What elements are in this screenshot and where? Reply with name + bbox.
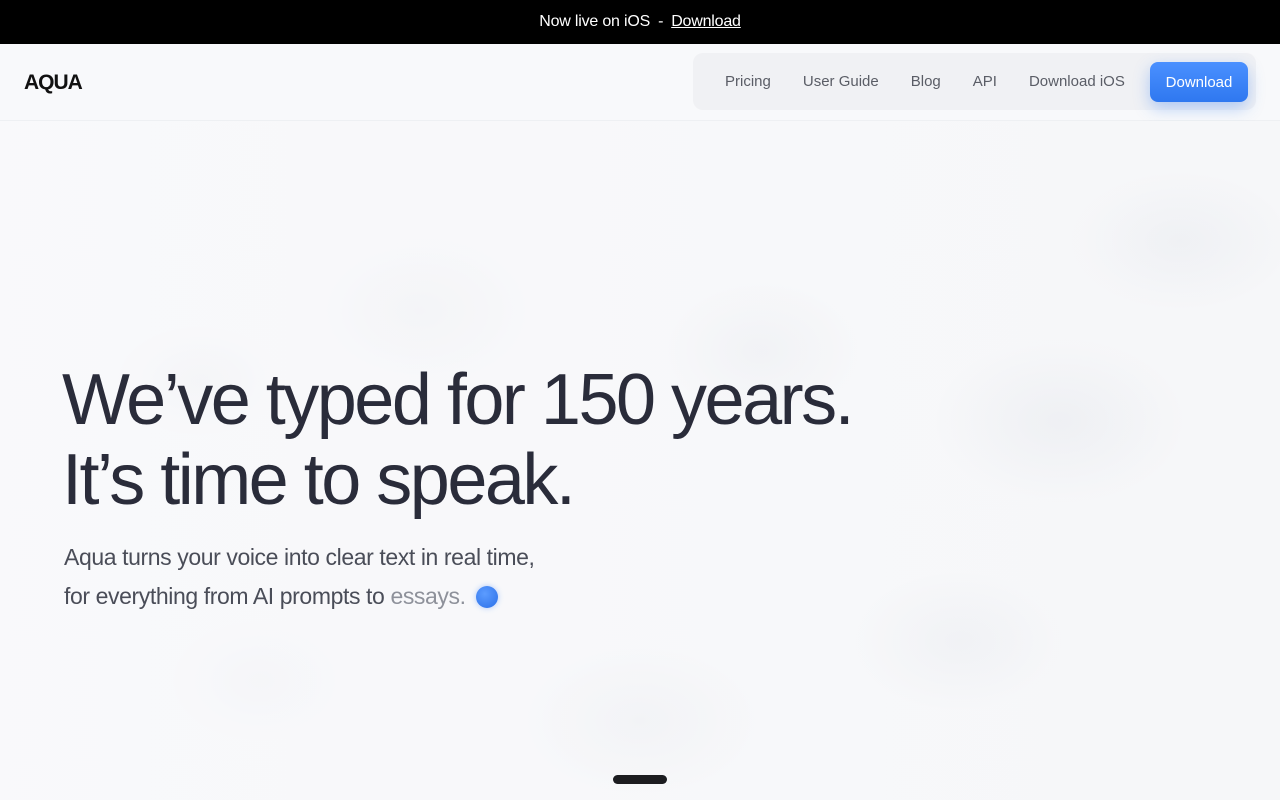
site-header: AQUA Pricing User Guide Blog API Downloa… (0, 44, 1280, 121)
announcement-separator: - (658, 13, 664, 30)
main-nav: Pricing User Guide Blog API Download iOS… (693, 53, 1256, 110)
nav-download-ios[interactable]: Download iOS (1013, 73, 1141, 90)
typing-word: essays. (390, 583, 466, 609)
hero-subtitle: Aqua turns your voice into clear text in… (64, 538, 664, 616)
subtitle-line-1: Aqua turns your voice into clear text in… (64, 544, 535, 570)
nav-blog[interactable]: Blog (895, 73, 957, 90)
announcement-text: Now live on iOS (539, 13, 651, 30)
nav-user-guide[interactable]: User Guide (787, 73, 895, 90)
recording-dot-icon (475, 586, 498, 608)
hero-headline: We’ve typed for 150 years. It’s time to … (62, 360, 962, 520)
logo[interactable]: AQUA (24, 71, 83, 95)
headline-line-1: We’ve typed for 150 years. (62, 360, 855, 440)
nav-pricing[interactable]: Pricing (709, 73, 787, 90)
announcement-bar: Now live on iOS - Download (0, 0, 1280, 44)
announcement-download-link[interactable]: Download (671, 13, 741, 31)
subtitle-line-2: for everything from AI prompts to essays… (64, 577, 664, 616)
nav-api[interactable]: API (957, 73, 1013, 90)
download-button[interactable]: Download (1150, 62, 1248, 102)
headline-line-2: It’s time to speak. (62, 440, 576, 520)
scroll-indicator[interactable] (613, 775, 667, 784)
subtitle-line-2-prefix: for everything from AI prompts to (64, 583, 385, 609)
